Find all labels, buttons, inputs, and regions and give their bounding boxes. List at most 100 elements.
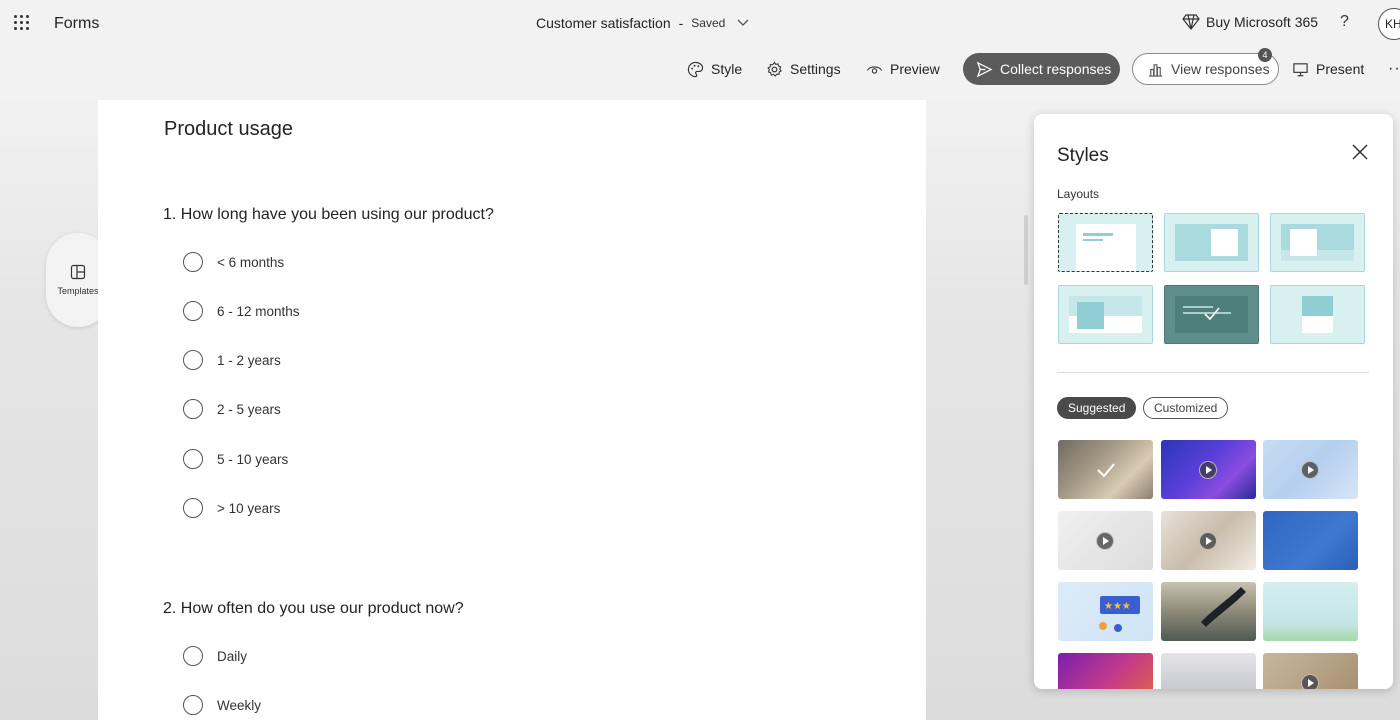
theme-thumbnail-9[interactable] xyxy=(1263,582,1358,641)
svg-text:★★★: ★★★ xyxy=(1104,601,1131,612)
question-2-title: 2. How often do you use our product now? xyxy=(163,600,464,617)
option-radio[interactable]: 5 - 10 years xyxy=(183,448,288,470)
styles-panel: Styles Layouts Suggested Customized ★★★ xyxy=(1034,114,1393,689)
layout-preview-3 xyxy=(1281,224,1354,261)
theme-thumbnail-3[interactable] xyxy=(1263,440,1358,499)
option-radio[interactable]: 1 - 2 years xyxy=(183,349,281,371)
form-canvas: Product usage 1. How long have you been … xyxy=(98,100,926,720)
tab-customized[interactable]: Customized xyxy=(1143,397,1229,419)
option-radio[interactable]: > 10 years xyxy=(183,497,280,519)
canvas-scrollbar[interactable] xyxy=(1024,215,1028,285)
theme-thumbnail-4[interactable] xyxy=(1058,511,1153,570)
palette-icon xyxy=(687,61,704,77)
send-icon xyxy=(976,61,993,77)
settings-label: Settings xyxy=(790,61,841,77)
preview-button[interactable]: Preview xyxy=(866,53,940,85)
option-radio[interactable]: 6 - 12 months xyxy=(183,300,300,322)
toolbar: Style Settings Preview Collect responses… xyxy=(0,53,1400,85)
templates-label: Templates xyxy=(57,286,99,296)
layout-option-4[interactable] xyxy=(1058,285,1153,344)
document-title: Customer satisfaction xyxy=(536,15,671,31)
app-name[interactable]: Forms xyxy=(54,15,99,33)
radio-button[interactable] xyxy=(183,399,203,419)
more-options-button[interactable]: ·· xyxy=(1388,53,1400,85)
chevron-down-icon xyxy=(737,19,749,26)
layouts-label: Layouts xyxy=(1057,187,1100,201)
play-icon xyxy=(1096,532,1114,550)
templates-icon xyxy=(70,264,86,280)
close-icon[interactable] xyxy=(1350,142,1370,162)
layout-preview-1 xyxy=(1076,224,1136,271)
radio-button[interactable] xyxy=(183,301,203,321)
theme-thumbnail-12[interactable] xyxy=(1263,653,1358,689)
eye-icon xyxy=(866,65,883,74)
option-label: > 10 years xyxy=(217,500,281,516)
theme-thumbnail-6[interactable] xyxy=(1263,511,1358,570)
present-label: Present xyxy=(1316,61,1365,77)
layout-option-3[interactable] xyxy=(1270,213,1365,272)
bar-chart-icon xyxy=(1148,63,1163,77)
style-label: Style xyxy=(711,61,743,77)
layout-preview-6 xyxy=(1302,296,1333,333)
radio-button[interactable] xyxy=(183,252,203,272)
layout-option-5-selected[interactable] xyxy=(1164,285,1259,344)
question-1-title: 1. How long have you been using our prod… xyxy=(163,206,494,223)
styles-panel-title: Styles xyxy=(1057,145,1109,166)
paddle-illustration xyxy=(1201,587,1246,627)
theme-thumbnail-5[interactable] xyxy=(1161,511,1256,570)
option-label: 5 - 10 years xyxy=(217,451,289,467)
avatar[interactable]: KH xyxy=(1378,8,1400,40)
layout-preview-5 xyxy=(1175,296,1248,333)
radio-button[interactable] xyxy=(183,646,203,666)
theme-thumbnail-7[interactable]: ★★★ xyxy=(1058,582,1153,641)
option-label: 1 - 2 years xyxy=(217,352,281,368)
theme-thumbnail-1[interactable] xyxy=(1058,440,1153,499)
radio-button[interactable] xyxy=(183,449,203,469)
gear-icon xyxy=(767,61,782,77)
radio-button[interactable] xyxy=(183,350,203,370)
layout-option-2[interactable] xyxy=(1164,213,1259,272)
theme-thumbnail-10[interactable] xyxy=(1058,653,1153,689)
layout-preview-2 xyxy=(1175,224,1248,261)
present-button[interactable]: Present xyxy=(1292,53,1364,85)
play-icon xyxy=(1199,461,1217,479)
option-label: 2 - 5 years xyxy=(217,401,281,417)
option-radio[interactable]: 2 - 5 years xyxy=(183,398,281,420)
radio-button[interactable] xyxy=(183,498,203,518)
layout-option-6[interactable] xyxy=(1270,285,1365,344)
settings-button[interactable]: Settings xyxy=(766,53,841,85)
option-radio[interactable]: Weekly xyxy=(183,694,261,716)
panel-divider xyxy=(1057,372,1369,373)
help-button[interactable]: ? xyxy=(1340,13,1349,31)
buy-label: Buy Microsoft 365 xyxy=(1206,14,1319,30)
play-icon xyxy=(1199,532,1217,550)
top-bar: Forms Customer satisfaction - Saved Buy … xyxy=(0,0,1400,48)
option-label: 6 - 12 months xyxy=(217,303,300,319)
collect-responses-button[interactable]: Collect responses xyxy=(963,53,1120,85)
layout-preview-4 xyxy=(1069,296,1142,333)
monitor-icon xyxy=(1293,62,1308,76)
radio-button[interactable] xyxy=(183,695,203,715)
view-responses-label: View responses xyxy=(1171,61,1270,77)
rating-stars-illustration: ★★★ xyxy=(1099,596,1140,632)
play-icon xyxy=(1301,461,1319,479)
document-title-area[interactable]: Customer satisfaction - Saved xyxy=(536,15,749,31)
option-label: < 6 months xyxy=(217,254,285,270)
play-icon xyxy=(1301,674,1319,689)
layout-option-1[interactable] xyxy=(1058,213,1153,272)
theme-thumbnail-8[interactable] xyxy=(1161,582,1256,641)
style-button[interactable]: Style xyxy=(687,53,742,85)
app-launcher-icon[interactable] xyxy=(14,15,30,31)
diamond-icon xyxy=(1182,14,1200,30)
option-radio[interactable]: Daily xyxy=(183,645,247,667)
section-title: Product usage xyxy=(164,118,293,140)
buy-microsoft-365-button[interactable]: Buy Microsoft 365 xyxy=(1182,14,1318,30)
option-label: Daily xyxy=(217,648,248,664)
tab-suggested[interactable]: Suggested xyxy=(1057,397,1137,419)
save-status: Saved xyxy=(691,16,726,30)
theme-thumbnail-2[interactable] xyxy=(1161,440,1256,499)
option-radio[interactable]: < 6 months xyxy=(183,251,284,273)
theme-thumbnail-11[interactable] xyxy=(1161,653,1256,689)
option-label: Weekly xyxy=(217,697,262,713)
view-responses-button[interactable]: View responses xyxy=(1132,53,1279,85)
